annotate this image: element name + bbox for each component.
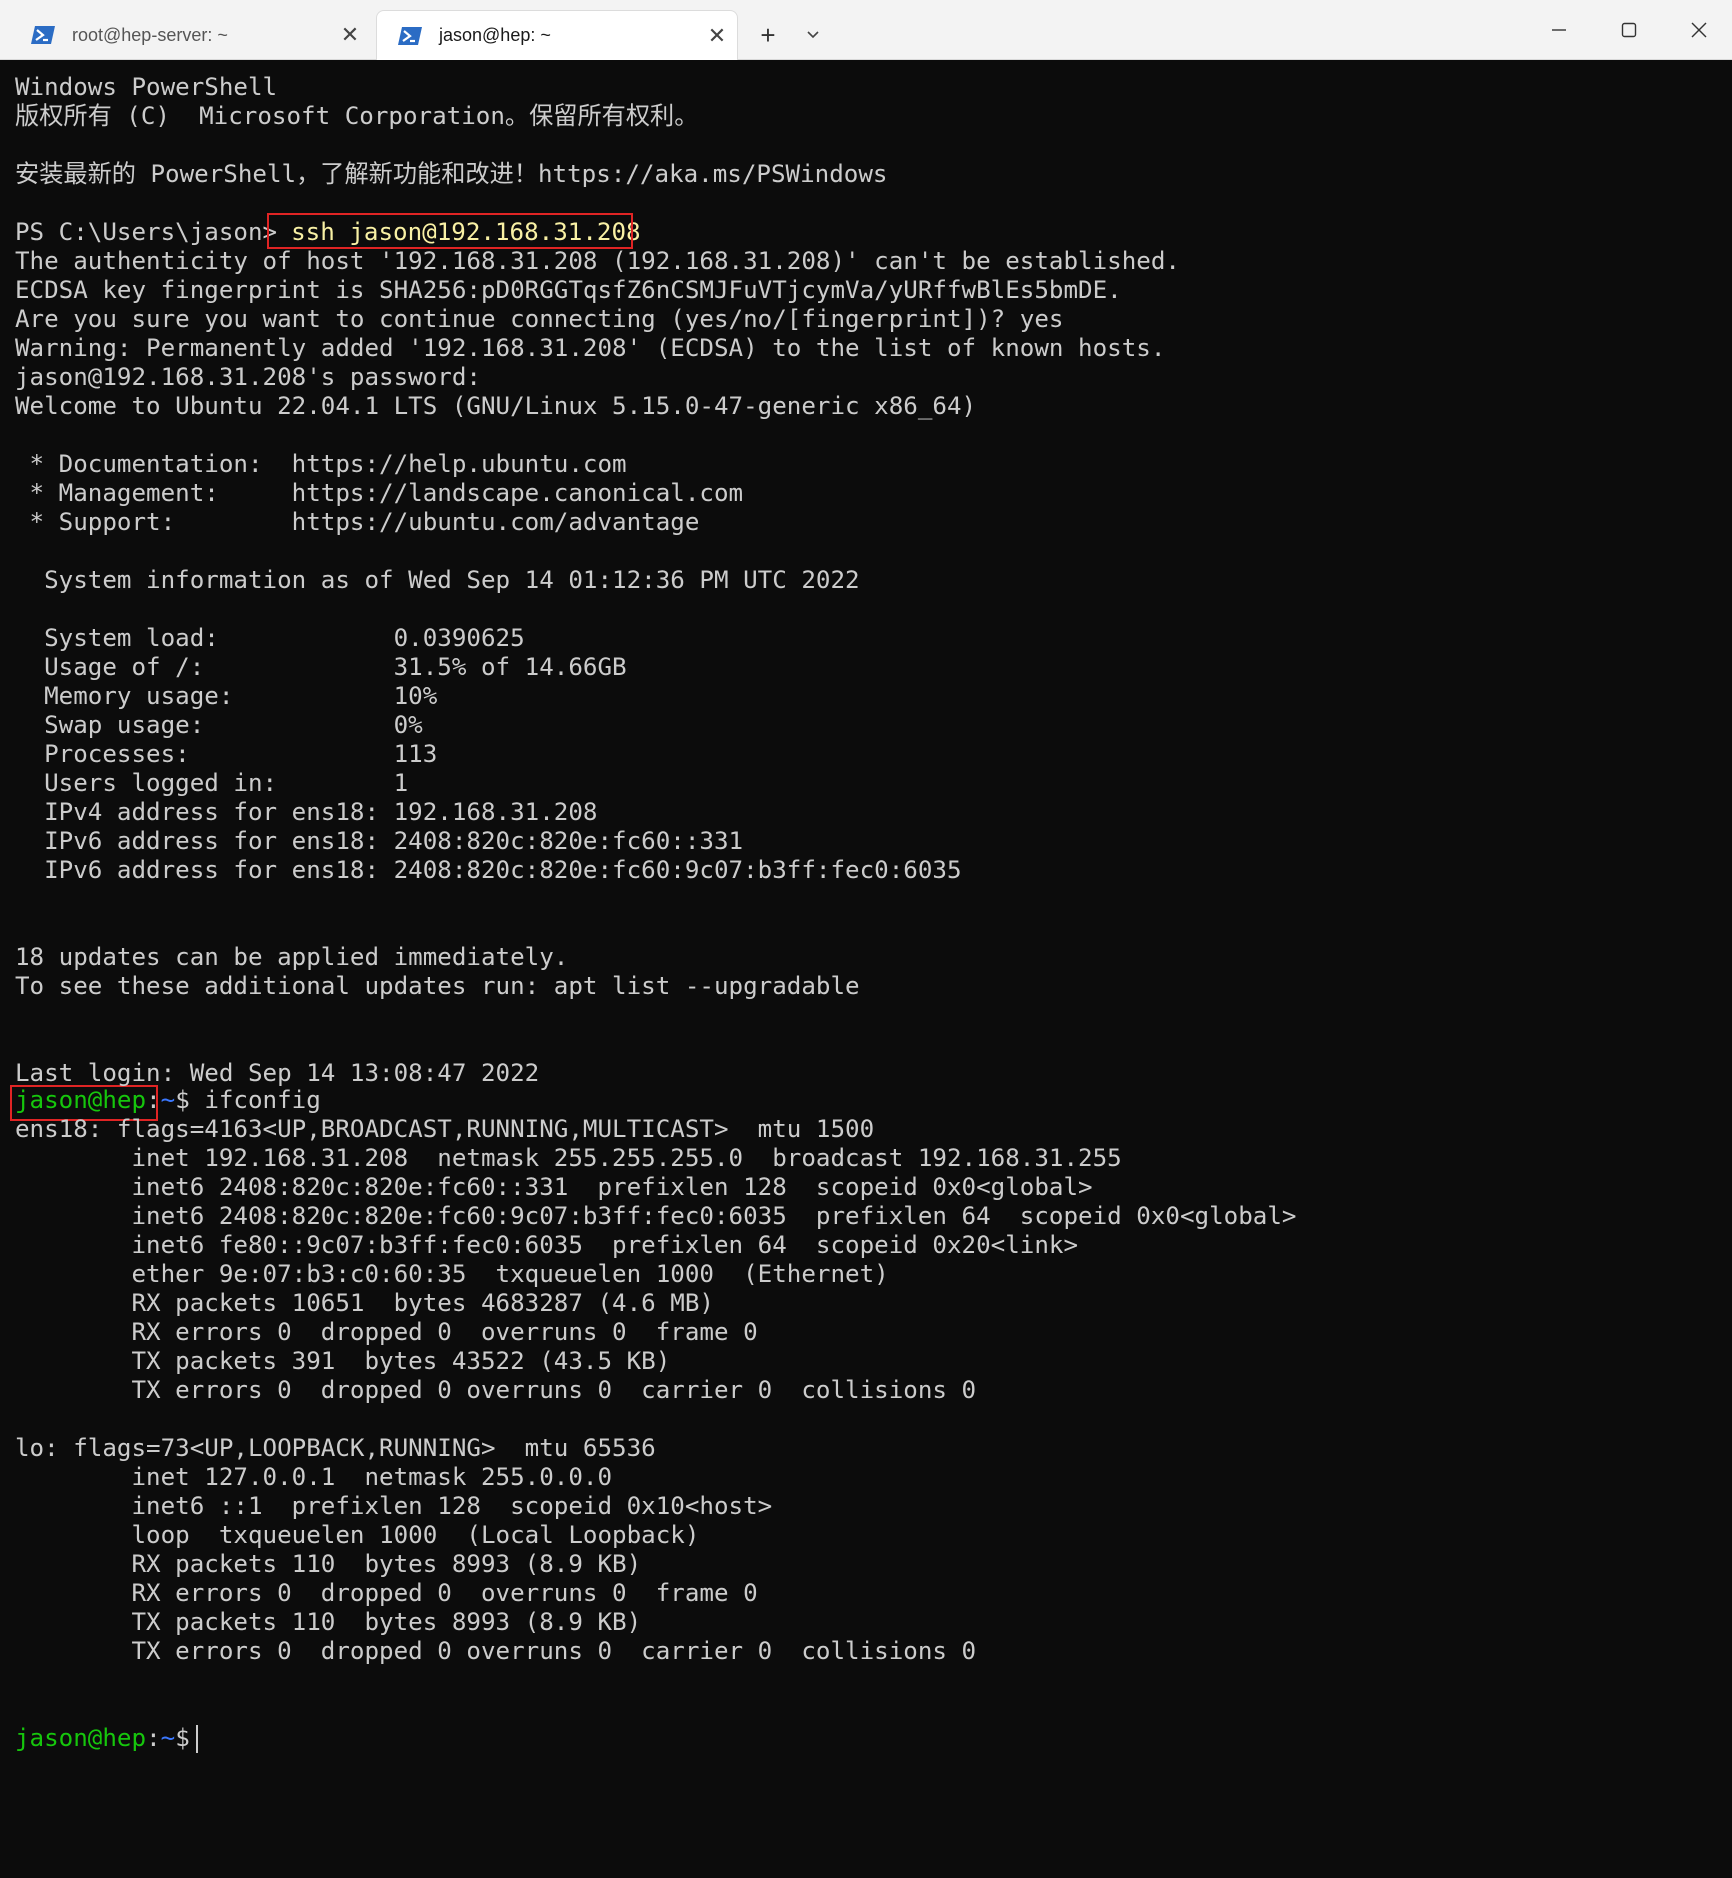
- terminal-line: inet6 2408:820c:820e:fc60:9c07:b3ff:fec0…: [15, 1202, 1297, 1230]
- prompt-user: jason@hep: [15, 1724, 147, 1752]
- close-tab-icon[interactable]: ✕: [330, 22, 370, 48]
- terminal-line: inet6 ::1 prefixlen 128 scopeid 0x10<hos…: [15, 1492, 773, 1520]
- terminal-line: System information as of Wed Sep 14 01:1…: [15, 566, 860, 594]
- minimize-button[interactable]: [1532, 8, 1586, 52]
- terminal-line: 18 updates can be applied immediately.: [15, 943, 569, 971]
- tab-root-hep-server[interactable]: root@hep-server: ~ ✕: [10, 10, 370, 60]
- terminal-line: ECDSA key fingerprint is SHA256:pD0RGGTq…: [15, 276, 1122, 304]
- terminal-line: 安装最新的 PowerShell，了解新功能和改进！https://aka.ms…: [15, 160, 888, 188]
- maximize-button[interactable]: [1602, 8, 1656, 52]
- tab-title: root@hep-server: ~: [72, 24, 228, 45]
- close-tab-icon[interactable]: ✕: [697, 23, 737, 49]
- terminal-line: inet6 fe80::9c07:b3ff:fec0:6035 prefixle…: [15, 1231, 1079, 1259]
- terminal-line: loop txqueuelen 1000 (Local Loopback): [15, 1521, 700, 1549]
- terminal-line: TX packets 391 bytes 43522 (43.5 KB): [15, 1347, 671, 1375]
- terminal-line: IPv4 address for ens18: 192.168.31.208: [15, 798, 598, 826]
- terminal-line: * Support: https://ubuntu.com/advantage: [15, 508, 700, 536]
- terminal-line: Welcome to Ubuntu 22.04.1 LTS (GNU/Linux…: [15, 392, 977, 420]
- maximize-icon: [1621, 22, 1637, 38]
- terminal-line: TX packets 110 bytes 8993 (8.9 KB): [15, 1608, 642, 1636]
- terminal-line: RX errors 0 dropped 0 overruns 0 frame 0: [15, 1318, 758, 1346]
- terminal-line: inet 127.0.0.1 netmask 255.0.0.0: [15, 1463, 613, 1491]
- bash-prompt-line-final[interactable]: jason@hep:~$: [15, 1724, 204, 1753]
- terminal-line: RX errors 0 dropped 0 overruns 0 frame 0: [15, 1579, 758, 1607]
- terminal-line: ens18: flags=4163<UP,BROADCAST,RUNNING,M…: [15, 1115, 875, 1143]
- terminal-line: Users logged in: 1: [15, 769, 409, 797]
- ps-prompt: PS C:\Users\jason>: [15, 218, 278, 246]
- terminal-line: IPv6 address for ens18: 2408:820c:820e:f…: [15, 856, 962, 884]
- powershell-icon: [31, 26, 55, 44]
- new-tab-button[interactable]: +: [752, 18, 784, 52]
- terminal-line: Processes: 113: [15, 740, 438, 768]
- terminal-line: * Documentation: https://help.ubuntu.com: [15, 450, 627, 478]
- tab-jason-hep[interactable]: jason@hep: ~ ✕: [376, 10, 738, 60]
- terminal-line: System load: 0.0390625: [15, 624, 525, 652]
- terminal-line: Memory usage: 10%: [15, 682, 438, 710]
- terminal-line: To see these additional updates run: apt…: [15, 972, 860, 1000]
- terminal-line: ether 9e:07:b3:c0:60:35 txqueuelen 1000 …: [15, 1260, 889, 1288]
- terminal-line: Last login: Wed Sep 14 13:08:47 2022: [15, 1059, 540, 1087]
- prompt-dollar: $: [175, 1724, 205, 1752]
- terminal-line: jason@192.168.31.208's password:: [15, 363, 481, 391]
- terminal-line: TX errors 0 dropped 0 overruns 0 carrier…: [15, 1376, 977, 1404]
- terminal-line: RX packets 110 bytes 8993 (8.9 KB): [15, 1550, 642, 1578]
- terminal-line: Windows PowerShell: [15, 73, 278, 101]
- terminal-line: RX packets 10651 bytes 4683287 (4.6 MB): [15, 1289, 714, 1317]
- prompt-colon: :: [146, 1724, 161, 1752]
- minimize-icon: [1552, 29, 1566, 31]
- ssh-command-highlight-box: [267, 213, 633, 249]
- terminal-line: * Management: https://landscape.canonica…: [15, 479, 744, 507]
- title-bar: root@hep-server: ~ ✕ jason@hep: ~ ✕ +: [0, 0, 1732, 60]
- terminal-line: inet 192.168.31.208 netmask 255.255.255.…: [15, 1144, 1122, 1172]
- prompt-dollar: $: [175, 1086, 205, 1114]
- close-icon: [1691, 22, 1707, 38]
- terminal-output[interactable]: Windows PowerShell 版权所有 (C) Microsoft Co…: [0, 60, 1732, 1878]
- terminal-line: Swap usage: 0%: [15, 711, 423, 739]
- prompt-path: ~: [160, 1086, 176, 1114]
- terminal-line: IPv6 address for ens18: 2408:820c:820e:f…: [15, 827, 744, 855]
- close-window-button[interactable]: [1672, 8, 1726, 52]
- ifconfig-command: ifconfig: [204, 1086, 321, 1114]
- prompt-path: ~: [160, 1724, 176, 1752]
- terminal-line: 版权所有 (C) Microsoft Corporation。保留所有权利。: [15, 102, 699, 130]
- text-cursor: [196, 1725, 198, 1753]
- tab-title: jason@hep: ~: [439, 25, 551, 45]
- terminal-line: lo: flags=73<UP,LOOPBACK,RUNNING> mtu 65…: [15, 1434, 656, 1462]
- terminal-line: Warning: Permanently added '192.168.31.2…: [15, 334, 1166, 362]
- terminal-line: Are you sure you want to continue connec…: [15, 305, 1064, 333]
- terminal-line: TX errors 0 dropped 0 overruns 0 carrier…: [15, 1637, 977, 1665]
- terminal-line: inet6 2408:820c:820e:fc60::331 prefixlen…: [15, 1173, 1093, 1201]
- chevron-down-icon: [807, 31, 819, 39]
- powershell-icon: [398, 26, 422, 45]
- terminal-line: The authenticity of host '192.168.31.208…: [15, 247, 1180, 275]
- terminal-line: Usage of /: 31.5% of 14.66GB: [15, 653, 627, 681]
- tab-dropdown-button[interactable]: [796, 18, 830, 52]
